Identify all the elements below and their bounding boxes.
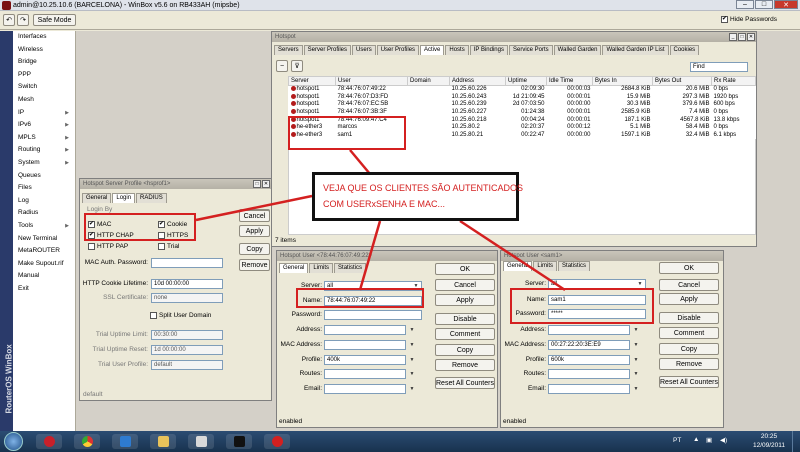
folder-icon[interactable] (150, 434, 176, 449)
annotation-lines (195, 149, 566, 292)
language-indicator[interactable]: PT (673, 437, 681, 444)
winbox-taskbar-icon[interactable] (264, 434, 290, 449)
chrome-icon[interactable] (74, 434, 100, 449)
annotation-callout: VEJA QUE OS CLIENTES SÃO AUTENTICADOS CO… (312, 172, 523, 221)
callout-line-1: VEJA QUE OS CLIENTES SÃO AUTENTICADOS (323, 183, 524, 193)
volume-icon[interactable]: ◀) (720, 436, 727, 444)
connector-line (349, 149, 371, 175)
terminal-icon[interactable] (226, 434, 252, 449)
callout-line-2: COM USERxSENHA E MAC... (323, 199, 446, 209)
connector-line (358, 220, 382, 291)
show-desktop-button[interactable] (792, 431, 800, 452)
paint-icon[interactable] (188, 434, 214, 449)
clock-date[interactable]: 12/09/2011 (749, 442, 789, 449)
network-icon[interactable]: ▣ (706, 436, 712, 444)
connector-line (195, 194, 313, 222)
taskbar: PT ▲ ▣ ◀) 20:25 12/09/2011 (0, 431, 800, 452)
connector-line (459, 219, 566, 292)
media-player-icon[interactable] (112, 434, 138, 449)
tray-up-arrow-icon[interactable]: ▲ (693, 436, 699, 443)
opera-icon[interactable] (36, 434, 62, 449)
clock-time[interactable]: 20:25 (753, 433, 785, 440)
start-button[interactable] (4, 432, 23, 451)
